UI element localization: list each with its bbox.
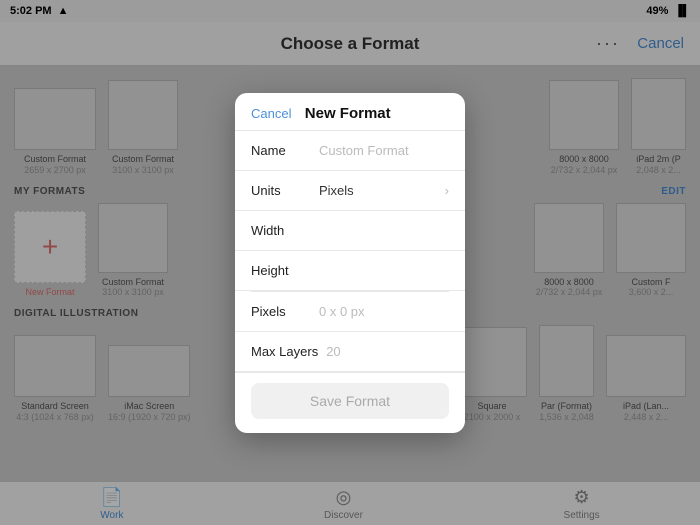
- width-field-label: Width: [251, 223, 311, 238]
- modal-row-width: Width: [235, 211, 465, 251]
- pixels-field-value: 0 x 0 px: [319, 304, 449, 319]
- modal-row-max-layers: Max Layers 20: [235, 332, 465, 372]
- new-format-modal: Cancel New Format Name Custom Format Uni…: [235, 93, 465, 433]
- modal-cancel-button[interactable]: Cancel: [251, 106, 291, 121]
- modal-row-pixels: Pixels 0 x 0 px: [235, 292, 465, 332]
- max-layers-field-label: Max Layers: [251, 344, 318, 359]
- save-format-button[interactable]: Save Format: [251, 383, 449, 419]
- chevron-right-icon: ›: [445, 183, 449, 198]
- height-field-label: Height: [251, 263, 311, 278]
- units-field-value: Pixels: [319, 183, 445, 198]
- name-field-value[interactable]: Custom Format: [319, 143, 449, 158]
- name-field-label: Name: [251, 143, 311, 158]
- modal-header: Cancel New Format: [235, 93, 465, 131]
- pixels-field-label: Pixels: [251, 304, 311, 319]
- max-layers-field-value[interactable]: 20: [326, 344, 449, 359]
- modal-title: New Format: [305, 105, 391, 122]
- modal-row-height: Height: [235, 251, 465, 291]
- modal-row-name: Name Custom Format: [235, 131, 465, 171]
- modal-row-units[interactable]: Units Pixels ›: [235, 171, 465, 211]
- modal-divider-bottom: [235, 372, 465, 373]
- units-field-label: Units: [251, 183, 311, 198]
